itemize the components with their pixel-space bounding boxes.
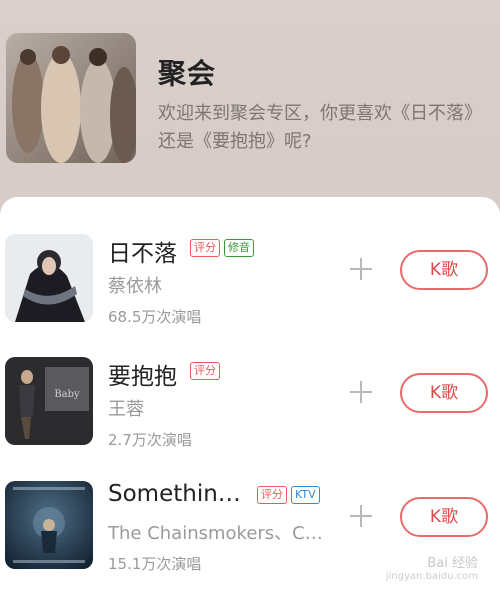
- playlist-header: 聚会 欢迎来到聚会专区，你更喜欢《日不落》还是《要抱抱》呢?: [0, 0, 500, 200]
- score-tag: 评分: [190, 239, 220, 257]
- watermark-text: Bai 经验: [427, 556, 478, 571]
- song-play-count: 68.5万次演唱: [108, 308, 202, 326]
- song-cover-image: [5, 481, 93, 569]
- k-song-button[interactable]: K歌: [400, 373, 488, 413]
- ktv-tag: KTV: [291, 486, 320, 504]
- score-tag: 评分: [257, 486, 287, 504]
- add-icon[interactable]: [350, 258, 372, 280]
- playlist-description: 欢迎来到聚会专区，你更喜欢《日不落》还是《要抱抱》呢?: [158, 103, 482, 152]
- song-artist: 蔡依林: [108, 276, 162, 297]
- playlist-cover-image: [6, 33, 136, 163]
- song-list: 日不落 评分 修音 蔡依林 68.5万次演唱 K歌 Baby 要抱抱 评分 王蓉…: [0, 197, 500, 598]
- song-tags: 评分 KTV: [257, 486, 320, 504]
- add-icon[interactable]: [350, 381, 372, 403]
- song-artist: The Chainsmokers、C…: [108, 523, 323, 544]
- song-cover-image: Baby: [5, 357, 93, 445]
- svg-text:Baby: Baby: [54, 389, 80, 400]
- song-title: 要抱抱: [108, 364, 177, 390]
- pitch-fix-tag: 修音: [224, 239, 254, 257]
- song-tags: 评分: [190, 362, 220, 380]
- song-row-ybb[interactable]: Baby 要抱抱 评分 王蓉 2.7万次演唱 K歌: [0, 357, 500, 467]
- playlist-title: 聚会: [158, 57, 217, 90]
- score-tag: 评分: [190, 362, 220, 380]
- watermark-url: jingyan.baidu.com: [385, 571, 478, 582]
- song-play-count: 2.7万次演唱: [108, 431, 192, 449]
- song-title: 日不落: [108, 241, 177, 267]
- song-artist: 王蓉: [108, 399, 144, 420]
- add-icon[interactable]: [350, 505, 372, 527]
- k-song-button[interactable]: K歌: [400, 497, 488, 537]
- song-cover-image: [5, 234, 93, 322]
- song-play-count: 15.1万次演唱: [108, 555, 202, 573]
- song-row-rbl[interactable]: 日不落 评分 修音 蔡依林 68.5万次演唱 K歌: [0, 234, 500, 344]
- watermark: Bai 经验 jingyan.baidu.com: [386, 552, 478, 582]
- k-song-button[interactable]: K歌: [400, 250, 488, 290]
- song-title: Somethin…: [108, 481, 241, 507]
- song-tags: 评分 修音: [190, 239, 254, 257]
